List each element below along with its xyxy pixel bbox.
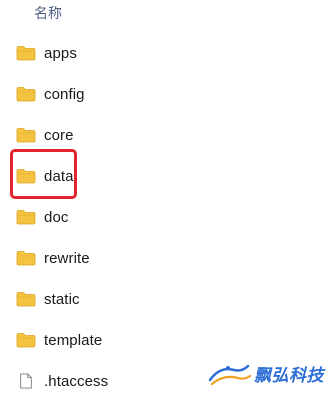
folder-icon [16, 128, 36, 143]
folder-icon [16, 251, 36, 266]
item-label: rewrite [44, 249, 90, 267]
watermark-text: 飘弘科技 [254, 365, 324, 386]
list-item-apps[interactable]: apps [16, 39, 276, 67]
folder-icon [16, 46, 36, 61]
selection-highlight-box [10, 149, 77, 199]
list-item-rewrite[interactable]: rewrite [16, 244, 276, 272]
folder-icon [16, 210, 36, 225]
folder-icon [16, 292, 36, 307]
list-item-core[interactable]: core [16, 121, 276, 149]
list-item-template[interactable]: template [16, 326, 276, 354]
name-column-header[interactable]: 名称 [34, 3, 62, 23]
item-label: .htaccess [44, 372, 109, 390]
folder-icon [16, 87, 36, 102]
item-label: apps [44, 44, 77, 62]
item-label: static [44, 290, 80, 308]
list-item-config[interactable]: config [16, 80, 276, 108]
list-item-static[interactable]: static [16, 285, 276, 313]
file-icon [20, 373, 32, 389]
folder-icon [16, 333, 36, 348]
fish-logo-icon [208, 364, 252, 386]
company-watermark: 飘弘科技 [208, 356, 328, 390]
item-label: config [44, 85, 85, 103]
item-label: template [44, 331, 103, 349]
item-label: core [44, 126, 74, 144]
list-item-doc[interactable]: doc [16, 203, 276, 231]
item-label: doc [44, 208, 69, 226]
